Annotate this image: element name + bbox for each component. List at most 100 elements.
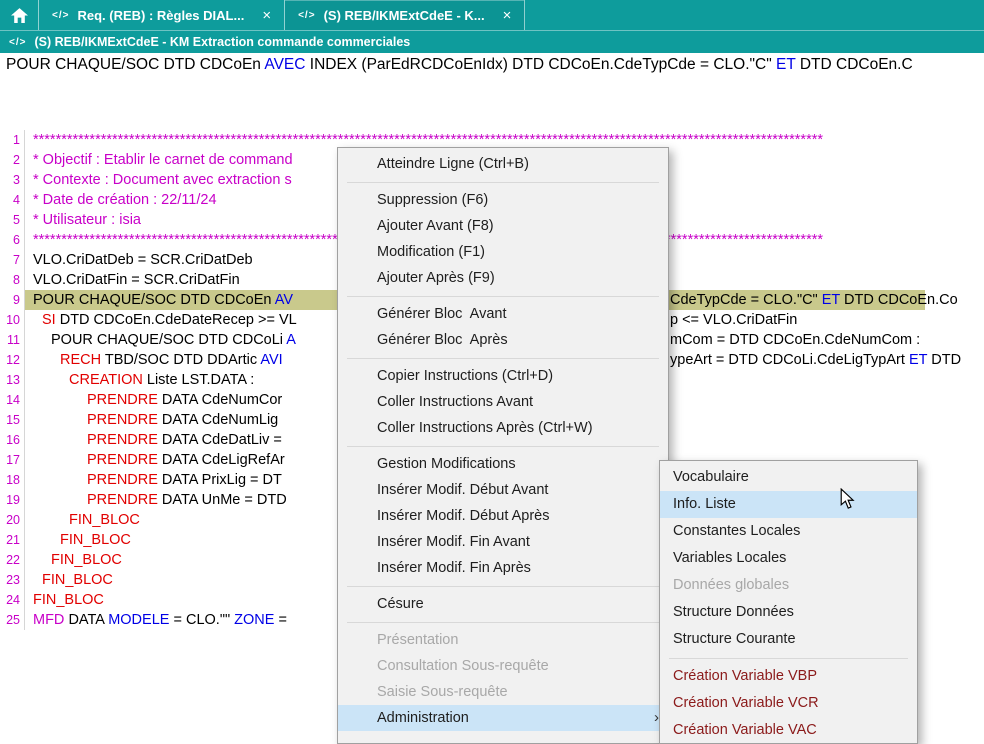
code-token: RECH <box>60 352 101 368</box>
menu-item-label: Gestion Modifications <box>377 456 516 472</box>
code-token: ET <box>822 292 840 308</box>
code-token: MODELE <box>108 612 169 628</box>
menu-item-label: Info. Liste <box>673 496 736 512</box>
line-number: 25 <box>0 610 25 630</box>
home-button[interactable] <box>0 0 39 30</box>
line-number: 3 <box>0 170 25 190</box>
menu-item[interactable]: Générer Bloc Après <box>338 327 668 353</box>
menu-item-label: Insérer Modif. Début Avant <box>377 482 548 498</box>
tab[interactable]: </>Req. (REB) : Règles DIAL...× <box>39 0 285 30</box>
menu-separator <box>347 182 659 183</box>
line-number: 20 <box>0 510 25 530</box>
code-token: TBD/SOC DTD DDArtic <box>101 352 260 368</box>
menu-item[interactable]: Création Variable VBP <box>660 663 917 690</box>
menu-item-label: Césure <box>377 596 424 612</box>
menu-item[interactable]: Insérer Modif. Fin Après <box>338 555 668 581</box>
line-content-right-fragment: mCom = DTD CDCoEn.CdeNumCom : <box>670 330 920 350</box>
code-token: DATA UnMe = DTD <box>158 492 287 508</box>
menu-item[interactable]: Constantes Locales <box>660 518 917 545</box>
menu-item-label: Vocabulaire <box>673 469 749 485</box>
menu-item[interactable]: Copier Instructions (Ctrl+D) <box>338 363 668 389</box>
line-number: 7 <box>0 250 25 270</box>
doc-title: (S) REB/IKMExtCdeE - KM Extraction comma… <box>34 35 410 49</box>
code-token: DTD CDCoEn.CdeDateRecep >= VL <box>56 312 297 328</box>
close-icon[interactable]: × <box>262 8 271 23</box>
code-token: CREATION <box>69 372 143 388</box>
code-token: FIN_BLOC <box>42 572 113 588</box>
menu-item-label: Présentation <box>377 632 458 648</box>
code-token: DATA <box>64 612 108 628</box>
menu-item[interactable]: Ajouter Après (F9) <box>338 265 668 291</box>
menu-item[interactable]: Structure Courante <box>660 626 917 653</box>
menu-item[interactable]: Gestion Modifications <box>338 451 668 477</box>
menu-item[interactable]: Variables Locales <box>660 545 917 572</box>
code-token: FIN_BLOC <box>69 512 140 528</box>
doc-header: </> (S) REB/IKMExtCdeE - KM Extraction c… <box>0 30 984 53</box>
code-token: VLO.CriDatDeb = SCR.CriDatDeb <box>33 252 253 268</box>
close-icon[interactable]: × <box>503 8 512 23</box>
menu-item[interactable]: Générer Bloc Avant <box>338 301 668 327</box>
query-line: POUR CHAQUE/SOC DTD CDCoEn AVEC INDEX (P… <box>0 52 984 82</box>
menu-item-label: Ajouter Après (F9) <box>377 270 495 286</box>
code-token: POUR CHAQUE/SOC DTD CDCoLi <box>51 332 286 348</box>
menu-item[interactable]: Administration› <box>338 705 668 731</box>
code-token: ET <box>776 56 796 73</box>
menu-item[interactable]: Insérer Modif. Début Avant <box>338 477 668 503</box>
menu-item[interactable]: Insérer Modif. Début Après <box>338 503 668 529</box>
menu-item-label: Variables Locales <box>673 550 786 566</box>
home-icon <box>11 8 28 23</box>
menu-item[interactable]: Création Variable VCR <box>660 690 917 717</box>
line-number: 11 <box>0 330 25 350</box>
menu-item-label: Copier Instructions (Ctrl+D) <box>377 368 553 384</box>
code-token: PRENDRE <box>87 392 158 408</box>
line-number: 5 <box>0 210 25 230</box>
code-token: FIN_BLOC <box>51 552 122 568</box>
menu-separator <box>347 586 659 587</box>
code-token: * Date de création : 22/11/24 <box>33 192 217 208</box>
code-token: PRENDRE <box>87 412 158 428</box>
menu-item-label: Générer Bloc Après <box>377 332 508 348</box>
line-number: 13 <box>0 370 25 390</box>
code-token: Liste LST.DATA : <box>143 372 254 388</box>
menu-item[interactable]: Structure Données <box>660 599 917 626</box>
menu-item[interactable]: Info. Liste <box>660 491 917 518</box>
menu-item-label: Ajouter Avant (F8) <box>377 218 494 234</box>
code-token: AV <box>275 292 293 308</box>
code-token: PRENDRE <box>87 472 158 488</box>
menu-item-label: Données globales <box>673 577 789 593</box>
menu-item: Consultation Sous-requête <box>338 653 668 679</box>
menu-item[interactable]: Coller Instructions Avant <box>338 389 668 415</box>
tab[interactable]: </>(S) REB/IKMExtCdeE - K...× <box>285 0 525 30</box>
code-token: DATA CdeNumLig <box>158 412 278 428</box>
menu-item-label: Modification (F1) <box>377 244 485 260</box>
menu-item[interactable]: Coller Instructions Après (Ctrl+W) <box>338 415 668 441</box>
code-token: p <= VLO.CriDatFin <box>670 312 797 328</box>
menu-item-label: Coller Instructions Avant <box>377 394 533 410</box>
code-icon: </> <box>9 37 26 48</box>
code-token: DATA PrixLig = DT <box>158 472 282 488</box>
line-number: 6 <box>0 230 25 250</box>
menu-item-label: Insérer Modif. Fin Après <box>377 560 531 576</box>
menu-separator <box>347 296 659 297</box>
code-token: DATA CdeNumCor <box>158 392 282 408</box>
menu-item[interactable]: Ajouter Avant (F8) <box>338 213 668 239</box>
code-token: VLO.CriDatFin = SCR.CriDatFin <box>33 272 240 288</box>
menu-item[interactable]: Vocabulaire <box>660 464 917 491</box>
menu-item[interactable]: Césure <box>338 591 668 617</box>
menu-item[interactable]: Insérer Modif. Fin Avant <box>338 529 668 555</box>
code-token: MFD <box>33 612 64 628</box>
line-number: 14 <box>0 390 25 410</box>
menu-item[interactable]: Atteindre Ligne (Ctrl+B) <box>338 151 668 177</box>
line-number: 23 <box>0 570 25 590</box>
menu-item-label: Insérer Modif. Fin Avant <box>377 534 530 550</box>
menu-item-label: Coller Instructions Après (Ctrl+W) <box>377 420 593 436</box>
line-number: 16 <box>0 430 25 450</box>
code-token: DATA CdeLigRefAr <box>158 452 285 468</box>
code-token: * Objectif : Etablir le carnet de comman… <box>33 152 293 168</box>
menu-separator <box>347 358 659 359</box>
menu-item[interactable]: Création Variable VAC <box>660 717 917 744</box>
menu-separator <box>347 622 659 623</box>
code-token: A <box>286 332 296 348</box>
menu-item[interactable]: Modification (F1) <box>338 239 668 265</box>
menu-item[interactable]: Suppression (F6) <box>338 187 668 213</box>
